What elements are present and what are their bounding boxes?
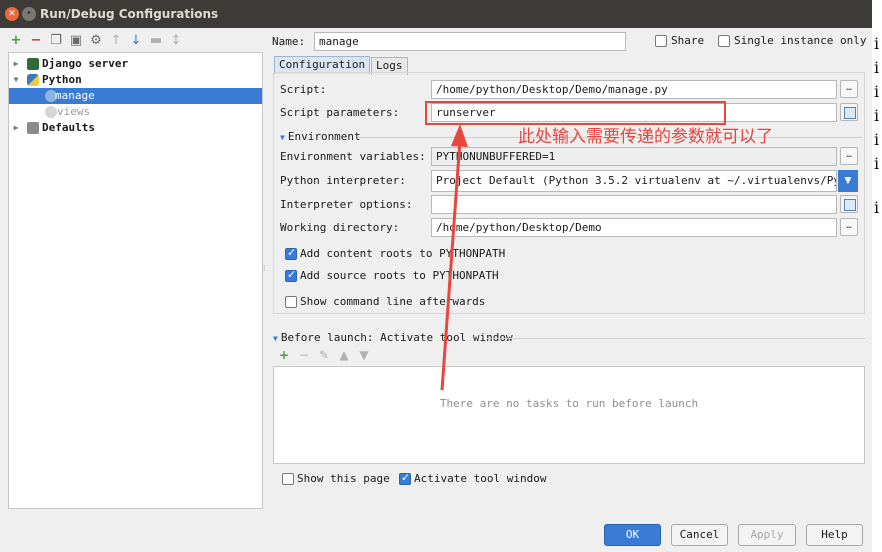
- cancel-button[interactable]: Cancel: [671, 524, 728, 546]
- interpreter-select[interactable]: Project Default (Python 3.5.2 virtualenv…: [431, 170, 837, 192]
- before-launch-section[interactable]: ▼ Before launch: Activate tool window: [273, 331, 513, 344]
- empty-tasks-text: There are no tasks to run before launch: [439, 397, 699, 410]
- window-menu-icon[interactable]: •: [22, 7, 36, 21]
- move-up-icon[interactable]: ↑: [108, 33, 124, 49]
- expand-parameters-button[interactable]: [840, 103, 858, 121]
- working-directory-label: Working directory:: [280, 221, 400, 234]
- title-bar: ✕ • Run/Debug Configurations: [0, 0, 872, 28]
- script-parameters-label: Script parameters:: [280, 106, 400, 119]
- single-instance-checkbox[interactable]: [718, 35, 730, 47]
- add-source-roots-checkbox[interactable]: [285, 268, 297, 282]
- name-input[interactable]: manage: [314, 32, 626, 51]
- browse-script-button[interactable]: …: [840, 80, 858, 98]
- show-this-page-checkbox[interactable]: [282, 473, 294, 485]
- show-command-line-checkbox[interactable]: [285, 296, 297, 308]
- tree-item-python[interactable]: ▼ Python: [9, 72, 262, 88]
- env-vars-input[interactable]: PYTHONUNBUFFERED=1: [431, 147, 837, 166]
- expand-options-button[interactable]: [840, 195, 858, 213]
- add-content-roots-checkbox[interactable]: [285, 246, 297, 260]
- wrench-icon[interactable]: ⚙: [88, 33, 104, 49]
- separator: [487, 338, 865, 339]
- add-icon[interactable]: +: [277, 348, 291, 362]
- python-script-icon: [45, 106, 57, 118]
- move-up-icon[interactable]: ▲: [337, 348, 351, 362]
- name-label: Name:: [272, 35, 306, 48]
- interpreter-label: Python interpreter:: [280, 174, 406, 187]
- window-title: Run/Debug Configurations: [40, 7, 219, 21]
- tree-item-django-server[interactable]: ▶ Django server: [9, 56, 262, 72]
- close-icon[interactable]: ✕: [5, 7, 19, 21]
- background-editor-strip: iii iii i: [872, 0, 882, 552]
- collapse-arrow-icon[interactable]: ▼: [11, 72, 21, 88]
- copy-icon[interactable]: ❐: [48, 33, 64, 49]
- django-icon: [27, 58, 39, 70]
- share-checkbox[interactable]: [655, 35, 667, 47]
- move-down-icon[interactable]: ▼: [357, 348, 371, 362]
- remove-icon[interactable]: −: [28, 33, 44, 49]
- add-content-roots-label: Add content roots to PYTHONPATH: [300, 247, 506, 260]
- script-label: Script:: [280, 83, 327, 96]
- help-button[interactable]: Help: [806, 524, 863, 546]
- collapse-arrow-icon: ▼: [273, 334, 278, 343]
- wrench-icon: [27, 122, 39, 134]
- tree-item-manage[interactable]: manage: [9, 88, 262, 104]
- expand-arrow-icon[interactable]: ▶: [11, 56, 21, 72]
- interpreter-options-label: Interpreter options:: [280, 198, 413, 211]
- apply-button[interactable]: Apply: [738, 524, 796, 546]
- config-toolbar: + − ❐ ▣ ⚙ ↑ ↓ ▬ ↕: [8, 33, 184, 51]
- splitter-handle[interactable]: ⁞: [263, 264, 267, 274]
- save-icon[interactable]: ▣: [68, 33, 84, 49]
- folder-icon[interactable]: ▬: [148, 33, 164, 49]
- script-input[interactable]: /home/python/Desktop/Demo/manage.py: [431, 80, 837, 99]
- activate-tool-window-label: Activate tool window: [414, 472, 547, 485]
- expand-arrow-icon[interactable]: ▶: [11, 120, 21, 136]
- before-launch-tasks-list: There are no tasks to run before launch: [273, 366, 865, 464]
- activate-tool-window-checkbox[interactable]: [399, 471, 411, 485]
- sort-icon[interactable]: ↕: [168, 33, 184, 49]
- annotation-text: 此处输入需要传递的参数就可以了: [518, 127, 773, 147]
- show-this-page-label: Show this page: [297, 472, 390, 485]
- working-directory-input[interactable]: /home/python/Desktop/Demo: [431, 218, 837, 237]
- edit-icon[interactable]: ✎: [317, 348, 331, 362]
- environment-section[interactable]: ▼ Environment: [280, 130, 361, 143]
- tree-item-defaults[interactable]: ▶ Defaults: [9, 120, 262, 136]
- ok-button[interactable]: OK: [604, 524, 661, 546]
- config-tree: ▶ Django server ▼ Python manage views ▶ …: [8, 52, 263, 509]
- python-icon: [27, 74, 39, 86]
- tree-item-views[interactable]: views: [9, 104, 262, 120]
- env-vars-label: Environment variables:: [280, 150, 426, 163]
- move-down-icon[interactable]: ↓: [128, 33, 144, 49]
- add-source-roots-label: Add source roots to PYTHONPATH: [300, 269, 499, 282]
- single-instance-label: Single instance only: [734, 34, 867, 47]
- show-command-line-label: Show command line afterwards: [300, 295, 486, 308]
- edit-env-vars-button[interactable]: …: [840, 147, 858, 165]
- collapse-arrow-icon: ▼: [280, 133, 285, 142]
- add-icon[interactable]: +: [8, 33, 24, 49]
- remove-icon[interactable]: −: [297, 348, 311, 362]
- before-launch-toolbar: + − ✎ ▲ ▼: [277, 348, 371, 362]
- share-label: Share: [671, 34, 705, 47]
- browse-directory-button[interactable]: …: [840, 218, 858, 236]
- chevron-down-icon[interactable]: ▼: [838, 170, 858, 192]
- interpreter-options-input[interactable]: [431, 195, 837, 214]
